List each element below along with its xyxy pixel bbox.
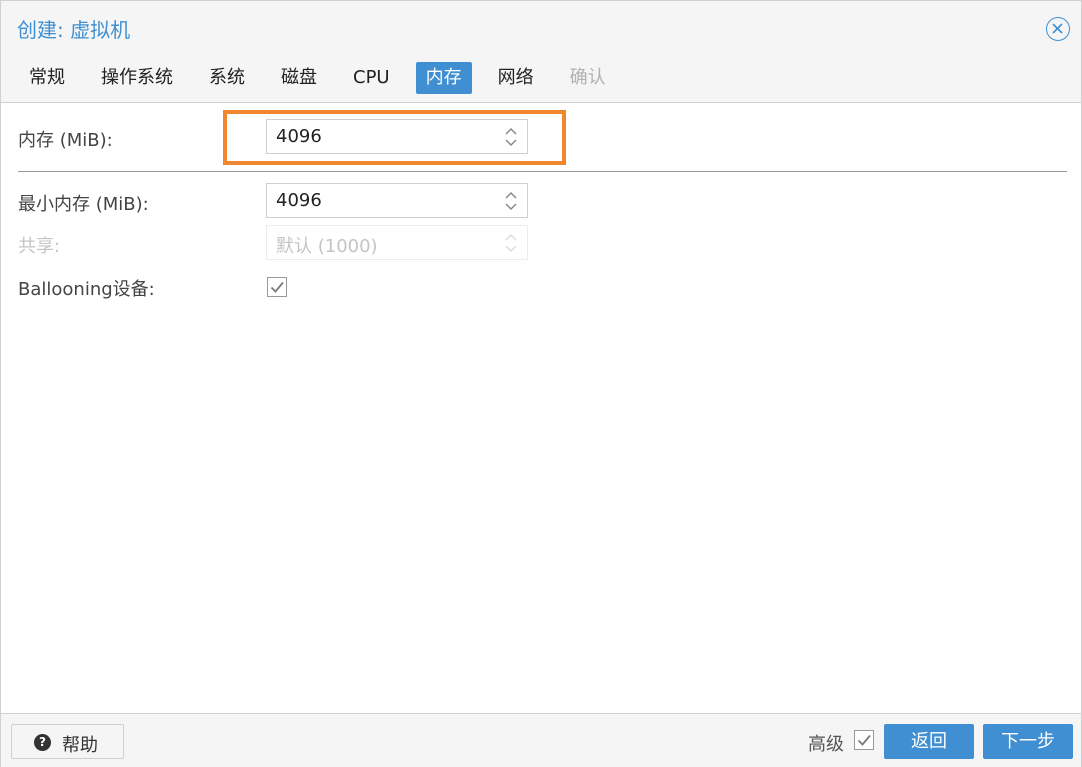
create-vm-dialog: 创建: 虚拟机 常规 操作系统 系统 磁盘 CPU 内存 网络 确认 内存 (M… (0, 0, 1082, 767)
tab-memory[interactable]: 内存 (415, 62, 472, 94)
shares-input: 默认 (1000) (266, 225, 528, 260)
tab-confirm: 确认 (569, 67, 606, 88)
tab-network[interactable]: 网络 (488, 62, 544, 94)
tab-os[interactable]: 操作系统 (91, 62, 183, 94)
wizard-tabs: 常规 操作系统 系统 磁盘 CPU 内存 网络 确认 (19, 62, 632, 94)
min-memory-input[interactable]: 4096 (266, 183, 528, 218)
advanced-label: 高级 (808, 734, 844, 755)
memory-highlight-box (223, 110, 566, 165)
memory-label: 内存 (MiB): (18, 130, 113, 151)
help-button[interactable]: ? 帮助 (11, 724, 124, 759)
tab-general[interactable]: 常规 (19, 62, 75, 94)
back-button[interactable]: 返回 (884, 724, 974, 759)
next-button[interactable]: 下一步 (983, 724, 1073, 759)
advanced-checkbox[interactable] (854, 730, 874, 750)
close-button[interactable] (1046, 17, 1070, 41)
tab-system[interactable]: 系统 (199, 62, 255, 94)
ballooning-label: Ballooning设备: (18, 279, 155, 300)
close-icon (1052, 23, 1063, 34)
section-divider (18, 171, 1067, 172)
dialog-footer: ? 帮助 高级 返回 下一步 (1, 713, 1081, 767)
checkmark-icon (270, 281, 284, 293)
min-memory-label: 最小内存 (MiB): (18, 194, 149, 215)
dialog-header: 创建: 虚拟机 常规 操作系统 系统 磁盘 CPU 内存 网络 确认 (1, 1, 1081, 103)
spinner-arrows-icon (505, 233, 517, 253)
min-memory-value: 4096 (276, 190, 322, 211)
spinner-arrows-icon[interactable] (503, 189, 519, 213)
checkmark-icon (857, 734, 871, 746)
tab-cpu[interactable]: CPU (343, 62, 400, 94)
tab-disks[interactable]: 磁盘 (271, 62, 327, 94)
question-circle-icon: ? (34, 734, 51, 751)
ballooning-checkbox[interactable] (267, 277, 287, 297)
dialog-title: 创建: 虚拟机 (17, 18, 131, 42)
shares-placeholder: 默认 (1000) (276, 236, 378, 257)
help-button-label: 帮助 (62, 735, 98, 756)
shares-label: 共享: (18, 236, 61, 257)
